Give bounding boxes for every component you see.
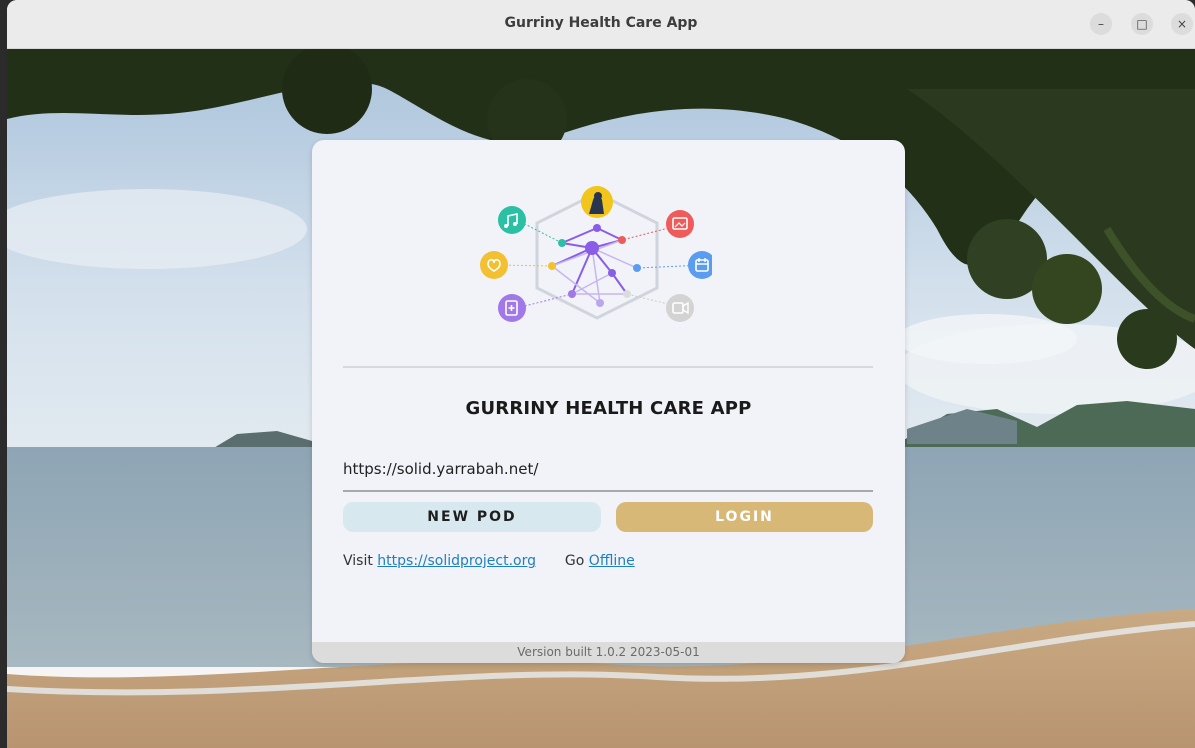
close-button[interactable]: × bbox=[1171, 13, 1193, 35]
maximize-icon: □ bbox=[1136, 17, 1148, 31]
close-icon: × bbox=[1176, 17, 1188, 31]
login-card: GURRINY HEALTH CARE APP NEW POD LOGIN Vi… bbox=[312, 140, 905, 663]
logo-divider bbox=[343, 366, 873, 368]
input-underline bbox=[343, 490, 873, 492]
title-bar[interactable]: Gurriny Health Care App – □ × bbox=[7, 0, 1195, 49]
version-footer: Version built 1.0.2 2023-05-01 bbox=[312, 642, 905, 663]
window-title: Gurriny Health Care App bbox=[504, 15, 698, 31]
offline-link[interactable]: Offline bbox=[589, 553, 635, 569]
new-pod-button[interactable]: NEW POD bbox=[343, 502, 601, 532]
minimize-button[interactable]: – bbox=[1090, 13, 1112, 35]
visit-text: Visit bbox=[343, 553, 373, 569]
go-text: Go bbox=[564, 553, 585, 569]
footer-links: Visit https://solidproject.org Go Offlin… bbox=[343, 553, 635, 569]
app-window: Gurriny Health Care App – □ × GURRINY HE… bbox=[7, 0, 1195, 748]
solidproject-link[interactable]: https://solidproject.org bbox=[377, 553, 536, 569]
login-button[interactable]: LOGIN bbox=[616, 502, 873, 532]
app-content: GURRINY HEALTH CARE APP NEW POD LOGIN Vi… bbox=[7, 49, 1195, 748]
app-title: GURRINY HEALTH CARE APP bbox=[465, 398, 752, 419]
maximize-button[interactable]: □ bbox=[1131, 13, 1153, 35]
minimize-icon: – bbox=[1098, 17, 1104, 31]
network-hexagon-logo-icon bbox=[480, 186, 712, 322]
pod-url-input[interactable] bbox=[343, 452, 873, 486]
